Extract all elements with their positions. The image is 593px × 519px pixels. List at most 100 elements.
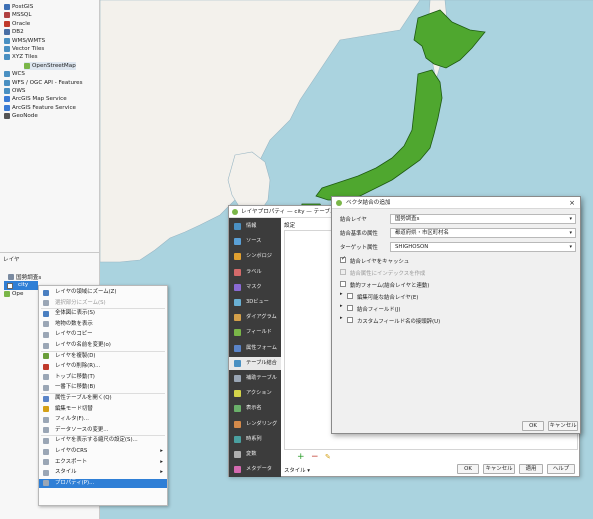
close-icon[interactable]: × bbox=[569, 197, 575, 209]
browser-item[interactable]: OpenStreetMap bbox=[24, 61, 76, 70]
wfs-icon bbox=[4, 79, 10, 86]
index-checkbox bbox=[340, 269, 346, 275]
osm-icon bbox=[24, 62, 30, 69]
sidebar-item-label: フィールド bbox=[246, 329, 272, 336]
sidebar-item-icon bbox=[234, 451, 241, 458]
fields-checkbox[interactable] bbox=[347, 305, 353, 311]
join-layer-combo[interactable]: 国勢調査s ▾ bbox=[390, 214, 576, 224]
browser-item-label: WFS / OGC API - Features bbox=[12, 79, 83, 86]
context-menu-item[interactable]: 一番下に移動(B) bbox=[39, 383, 167, 392]
browser-item[interactable]: MSSQL bbox=[4, 11, 31, 19]
style-dropdown[interactable]: スタイル ▾ bbox=[284, 466, 310, 474]
layer-item-city[interactable]: city bbox=[4, 281, 38, 290]
fields-label: 結合フィールド(J) bbox=[357, 307, 401, 313]
props-sidebar-item[interactable]: フィールド bbox=[229, 326, 281, 339]
remove-join-icon[interactable]: − bbox=[311, 453, 321, 463]
context-menu-item[interactable]: プロパティ(P)... bbox=[39, 478, 167, 488]
context-menu-item[interactable]: レイヤを複製(D) bbox=[39, 352, 167, 361]
props-sidebar-item[interactable]: 変数 bbox=[229, 448, 281, 461]
sidebar-item-label: 表示名 bbox=[246, 405, 262, 412]
join-ok-button[interactable]: OK bbox=[522, 421, 544, 431]
menu-item-label: スタイル bbox=[55, 469, 77, 476]
props-sidebar-item[interactable]: 時系列 bbox=[229, 433, 281, 446]
context-menu-item[interactable]: 属性テーブルを開く(Q) bbox=[39, 394, 167, 403]
sidebar-item-label: 3Dビュー bbox=[246, 299, 269, 305]
checkbox-icon[interactable] bbox=[7, 282, 13, 289]
props-sidebar-item[interactable]: 補助テーブル bbox=[229, 372, 281, 385]
submenu-arrow-icon: ▸ bbox=[160, 448, 163, 454]
browser-item[interactable]: ArcGIS Feature Service bbox=[4, 104, 76, 112]
context-menu-item[interactable]: 全体図に表示(S) bbox=[39, 309, 167, 318]
wcs-icon bbox=[4, 71, 10, 78]
browser-item[interactable]: Vector Tiles bbox=[4, 45, 44, 53]
browser-item-label: GeoNode bbox=[12, 113, 38, 120]
props-sidebar-item[interactable]: 3Dビュー bbox=[229, 296, 281, 309]
context-menu-item[interactable]: データソースの変更... bbox=[39, 426, 167, 435]
prefix-checkbox[interactable] bbox=[347, 317, 353, 323]
expand-arrow-icon[interactable]: ▸ bbox=[340, 315, 343, 321]
editable-checkbox[interactable] bbox=[347, 293, 353, 299]
props-sidebar-item[interactable]: 属性フォーム bbox=[229, 342, 281, 355]
context-menu-item[interactable]: トップに移動(T) bbox=[39, 373, 167, 382]
join-cancel-button[interactable]: キャンセル bbox=[548, 421, 578, 431]
browser-item[interactable]: GeoNode bbox=[4, 112, 38, 120]
context-menu-item[interactable]: フィルタ(F)... bbox=[39, 415, 167, 424]
props-help-button[interactable]: ヘルプ bbox=[547, 464, 575, 474]
props-cancel-button[interactable]: キャンセル bbox=[483, 464, 515, 474]
expand-arrow-icon[interactable]: ▸ bbox=[340, 303, 343, 309]
sidebar-item-icon bbox=[234, 238, 241, 246]
context-menu-item[interactable]: レイヤの名前を変更(o) bbox=[39, 341, 167, 350]
props-sidebar-item[interactable]: ラベル bbox=[229, 266, 281, 279]
browser-item[interactable]: WMS/WMTS bbox=[4, 37, 45, 45]
dynamic-form-checkbox[interactable] bbox=[340, 281, 346, 287]
join-field-combo[interactable]: 都道府県・市区町村名 ▾ bbox=[390, 228, 576, 238]
props-sidebar-item[interactable]: メタデータ bbox=[229, 463, 281, 476]
context-menu-item[interactable]: レイヤのコピー bbox=[39, 330, 167, 339]
layer-item-census[interactable]: 国勢調査s bbox=[8, 273, 41, 281]
browser-item[interactable]: XYZ Tiles bbox=[4, 53, 38, 61]
context-menu-item[interactable]: スタイル ▸ bbox=[39, 468, 167, 477]
props-sidebar-item[interactable]: 情報 bbox=[229, 220, 281, 233]
props-sidebar-item[interactable]: レンダリング bbox=[229, 418, 281, 431]
props-sidebar-item[interactable]: マスク bbox=[229, 281, 281, 294]
browser-item[interactable]: Oracle bbox=[4, 20, 30, 28]
sidebar-item-label: ダイアグラム bbox=[246, 314, 277, 321]
browser-item[interactable]: WFS / OGC API - Features bbox=[4, 79, 83, 87]
context-menu-item[interactable]: エクスポート ▸ bbox=[39, 458, 167, 467]
add-join-icon[interactable]: + bbox=[297, 453, 307, 463]
target-field-combo[interactable]: SHIGHOSON ▾ bbox=[390, 242, 576, 252]
edit-join-icon[interactable]: ✎ bbox=[325, 453, 335, 463]
props-sidebar-item[interactable]: 表示名 bbox=[229, 402, 281, 415]
props-apply-button[interactable]: 適用 bbox=[519, 464, 543, 474]
props-sidebar-item[interactable]: ダイアグラム bbox=[229, 311, 281, 324]
context-menu-item[interactable]: レイヤの領域にズーム(Z) bbox=[39, 288, 167, 297]
context-menu-item[interactable]: 選択部分にズーム(S) bbox=[39, 299, 167, 308]
menu-item-label: レイヤの削除(R)... bbox=[55, 363, 101, 370]
context-menu-item[interactable]: レイヤを表示する縮尺の設定(S)... bbox=[39, 436, 167, 445]
context-menu-item[interactable]: 地物の数を表示 bbox=[39, 320, 167, 329]
browser-item[interactable]: OWS bbox=[4, 87, 26, 95]
props-sidebar-item[interactable]: シンボロジ bbox=[229, 250, 281, 263]
props-sidebar-item[interactable]: ソース bbox=[229, 235, 281, 248]
menu-item-icon bbox=[43, 363, 49, 370]
editable-label: 編集可能な結合レイヤ(E) bbox=[357, 295, 419, 301]
props-sidebar-item[interactable]: アクション bbox=[229, 387, 281, 400]
join-titlebar: ベクタ結合の追加 × bbox=[332, 197, 580, 209]
menu-item-icon bbox=[43, 469, 49, 476]
props-ok-button[interactable]: OK bbox=[457, 464, 479, 474]
browser-item[interactable]: ArcGIS Map Service bbox=[4, 95, 67, 103]
props-sidebar-item[interactable]: テーブル結合 bbox=[229, 356, 281, 370]
vector-tiles-icon bbox=[4, 46, 10, 52]
menu-item-label: 選択部分にズーム(S) bbox=[55, 299, 106, 306]
layer-item-osm[interactable]: Ope bbox=[4, 291, 23, 297]
browser-item-label: WMS/WMTS bbox=[12, 37, 46, 44]
browser-item[interactable]: DB2 bbox=[4, 28, 24, 36]
expand-arrow-icon[interactable]: ▸ bbox=[340, 291, 343, 297]
cache-checkbox[interactable] bbox=[340, 255, 346, 263]
context-menu-item[interactable]: レイヤの削除(R)... bbox=[39, 362, 167, 371]
context-menu-item[interactable]: レイヤのCRS ▸ bbox=[39, 447, 167, 456]
browser-item-label: Vector Tiles bbox=[12, 46, 45, 52]
browser-item[interactable]: PostGIS bbox=[4, 3, 33, 11]
browser-item[interactable]: WCS bbox=[4, 70, 25, 78]
context-menu-item[interactable]: 編集モード切替 bbox=[39, 405, 167, 414]
